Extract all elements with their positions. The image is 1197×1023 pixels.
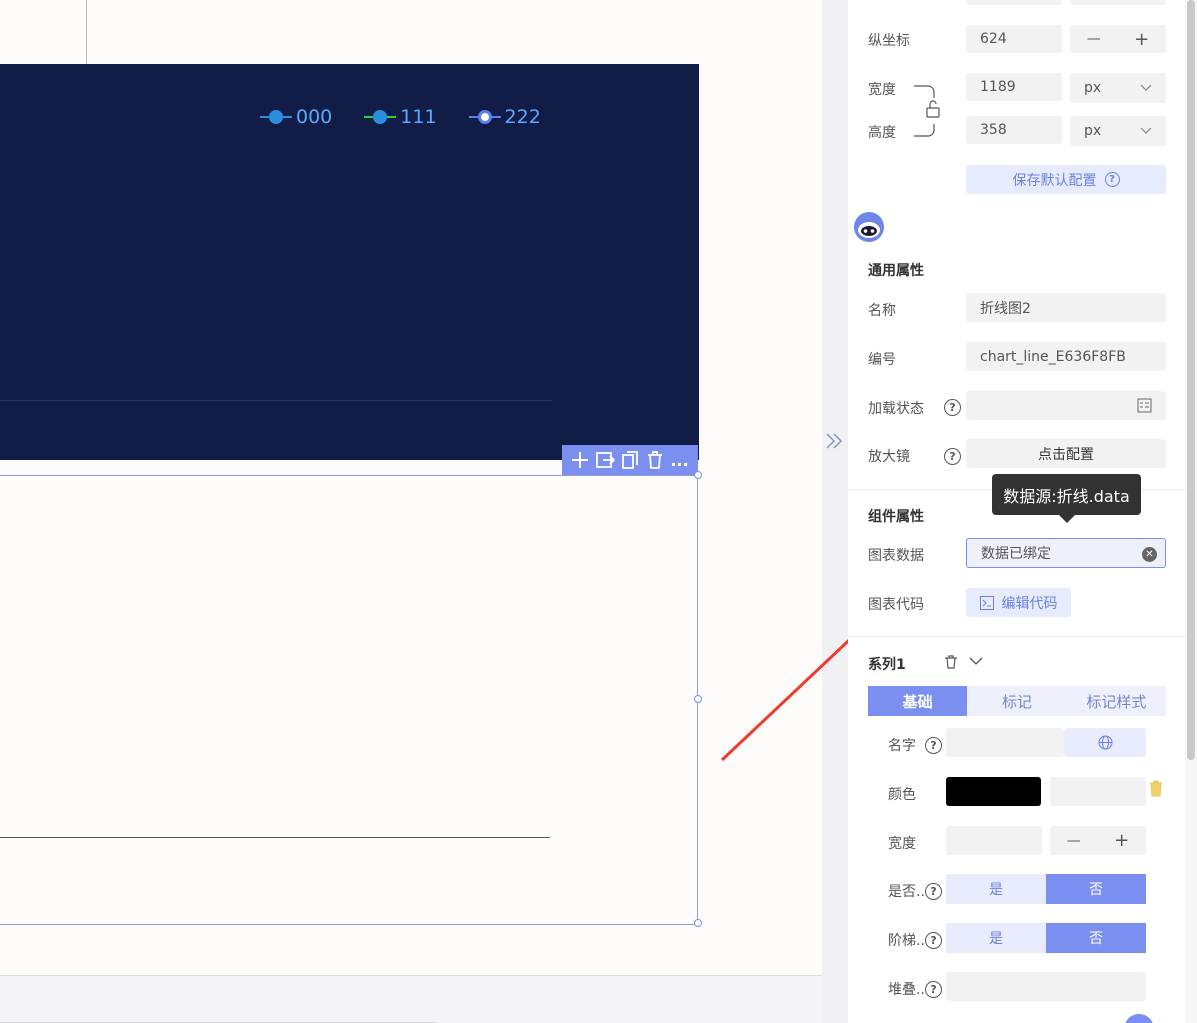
help-icon[interactable]: ? [925,737,942,754]
yes-option[interactable]: 是 [946,923,1046,953]
magnifier-config-button[interactable]: 点击配置 [966,439,1166,468]
stepper-plus-button[interactable]: + [1134,29,1149,50]
height-unit-value: px [1084,123,1102,139]
chart-code-label: 图表代码 [868,597,924,613]
loading-state-label: 加载状态 [868,401,924,417]
height-unit-select[interactable]: px [1070,116,1166,146]
field-isfoo-label: 是否.. [888,884,925,900]
scrollbar-thumb[interactable] [1187,0,1195,760]
height-input[interactable]: 358 [966,116,1062,144]
name-label: 名称 [868,303,896,319]
series-tabs: 基础 标记 标记样式 [868,686,1166,716]
help-icon[interactable]: ? [925,883,942,900]
width-label: 宽度 [868,82,896,98]
chevron-down-icon [1140,84,1152,91]
field-width-label: 宽度 [888,836,916,852]
line-width-stepper[interactable]: — + [1050,826,1146,855]
chevron-down-icon[interactable] [969,657,983,667]
section-divider [848,636,1185,637]
component-section-title: 组件属性 [868,509,924,525]
clear-icon[interactable]: ✕ [1142,547,1157,562]
width-unit-select[interactable]: px [1070,73,1166,103]
robot-assistant-icon[interactable] [852,210,886,244]
help-icon[interactable]: ? [925,981,942,998]
id-input[interactable]: chart_line_E636F8FB [966,342,1166,371]
y-coord-input[interactable]: 624 [966,25,1062,53]
stepper-minus-button[interactable]: — [1067,833,1081,849]
i18n-button[interactable] [1064,728,1146,757]
y-coord-label: 纵坐标 [868,33,910,49]
help-icon[interactable]: ? [944,448,961,465]
id-label: 编号 [868,352,896,368]
edit-code-label: 编辑代码 [1001,595,1058,612]
tooltip-arrow [1058,514,1076,523]
magnifier-label: 放大镜 [868,449,910,465]
yes-option[interactable]: 是 [946,874,1046,904]
chevron-down-icon [1140,127,1152,134]
help-icon[interactable]: ? [944,399,961,416]
globe-icon [1098,735,1112,750]
width-input[interactable]: 1189 [966,73,1062,101]
tab-0[interactable]: 基础 [868,686,968,716]
tooltip-text: 数据源:折线.data [1003,486,1130,506]
width-unit-value: px [1084,80,1102,96]
series-title: 系列1 [868,657,906,673]
stepper-minus-button[interactable]: — [1087,31,1101,47]
y-coord-stepper[interactable]: — + [1070,25,1166,53]
calendar-icon[interactable] [1137,398,1152,413]
stepper-plus-button[interactable]: + [1114,830,1129,851]
chart-data-binding[interactable]: 数据已绑定 ✕ [966,538,1166,568]
save-default-config-button[interactable]: 保存默认配置 ? [966,165,1166,194]
isfoo-toggle: 是 否 [946,874,1146,904]
height-label: 高度 [868,125,896,141]
color-input[interactable] [1050,777,1146,806]
field-step-label: 阶梯.. [888,933,925,949]
trash-icon[interactable] [1149,780,1163,797]
general-section-title: 通用属性 [868,263,924,279]
series-name-input[interactable] [946,728,1064,757]
x-coord-stepper[interactable] [1070,0,1166,5]
name-input[interactable]: 折线图2 [966,293,1166,322]
field-color-label: 颜色 [888,787,916,803]
step-toggle: 是 否 [946,923,1146,953]
x-coord-input[interactable] [966,0,1062,5]
loading-state-input[interactable] [966,391,1166,420]
panel-scrollbar[interactable] [1185,0,1197,1023]
tab-1[interactable]: 标记 [967,686,1067,716]
aspect-lock-icon[interactable] [912,84,942,138]
tab-2[interactable]: 标记样式 [1066,686,1166,716]
no-option[interactable]: 否 [1046,923,1146,953]
line-width-input[interactable] [946,826,1042,855]
save-default-config-label: 保存默认配置 [1012,172,1097,189]
data-source-tooltip: 数据源:折线.data [992,474,1141,523]
field-name-label: 名字 [888,738,916,754]
chart-data-bound-text: 数据已绑定 [981,546,1051,562]
color-swatch[interactable] [946,777,1041,806]
no-option[interactable]: 否 [1046,874,1146,904]
help-icon[interactable]: ? [925,932,942,949]
edit-code-button[interactable]: 编辑代码 [966,588,1071,617]
trash-icon[interactable] [944,655,958,669]
stack-input[interactable] [946,972,1146,1001]
chart-data-label: 图表数据 [868,548,924,564]
field-stack-label: 堆叠.. [888,982,925,998]
help-icon[interactable]: ? [1104,172,1120,187]
terminal-icon [979,595,994,610]
